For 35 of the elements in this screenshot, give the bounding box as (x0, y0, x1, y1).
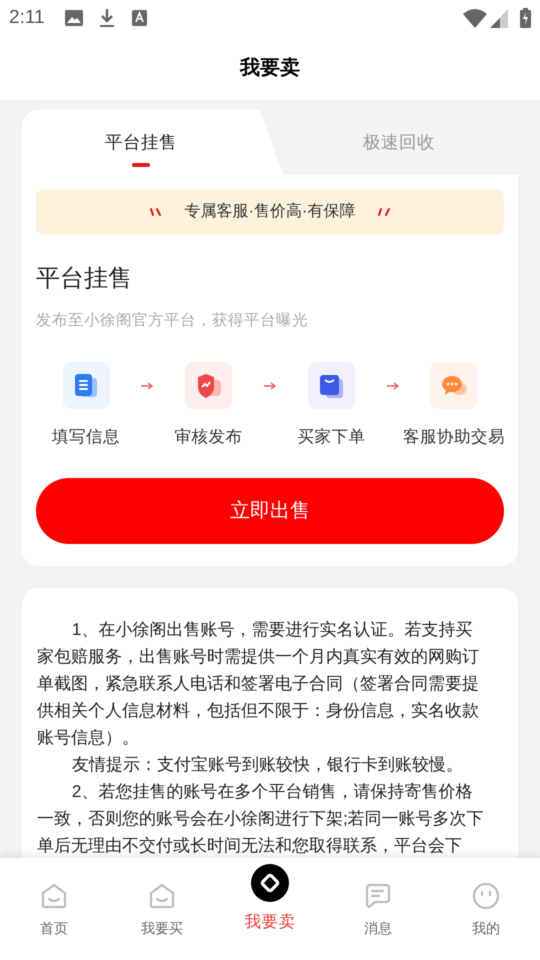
accent-marks-icon (377, 207, 392, 217)
step-label: 填写信息 (52, 427, 120, 448)
section-title: 平台挂售 (36, 264, 133, 294)
wifi-icon (463, 8, 487, 28)
step-label: 买家下单 (297, 427, 366, 448)
signal-icon (490, 8, 508, 28)
nav-tab[interactable]: 我要卖 (216, 858, 324, 960)
nav-tab[interactable]: 首页 (0, 858, 108, 960)
arrow-icon (264, 382, 276, 390)
arrow-icon (141, 382, 154, 390)
house-icon (40, 882, 68, 910)
nav-tab[interactable]: 我的 (432, 858, 540, 960)
status-time: 2:11 (9, 6, 45, 30)
banner-text: 专属客服·售价高·有保障 (184, 202, 356, 222)
arrow-icon (386, 382, 399, 390)
accent-marks-icon (148, 207, 163, 217)
section-subtitle: 发布至小徐阁官方平台，获得平台曝光 (36, 311, 309, 331)
notice-paragraph: 1、在小徐阁出售账号，需要进行实名认证。若支持买家包赔服务，出售账号时需提供一个月内真实有效的网购订单截图，紧急联系人电话和签署电子合同（签署合同需要提供相关个人信息材料，包括但不限于：身份信息，实名收款账号信息）。 (37, 619, 480, 749)
house-icon (148, 882, 176, 910)
download-icon (98, 8, 115, 28)
image-icon (64, 10, 83, 26)
document-icon (72, 372, 100, 400)
step-label: 客服协助交易 (402, 427, 505, 448)
sell-now-button[interactable]: 立即出售 (36, 478, 504, 544)
battery-icon (520, 8, 531, 28)
nav-tab[interactable]: 我要买 (108, 858, 216, 960)
tab-indicator (132, 163, 150, 167)
font-icon (132, 10, 147, 26)
message-icon (364, 882, 392, 910)
page-title: 我要卖 (240, 56, 300, 81)
step-label: 审核发布 (174, 427, 243, 448)
notice-paragraph: 2、若您挂售的账号在多个平台销售，请保持寄售价格一致，否则您的账号会在小徐阁进行下架;若同一账号多次下单后无理由不交付或长时间无法和您取得联系，平台会下 (37, 781, 485, 857)
notice-paragraph: 友情提示：支付宝账号到账较快，银行卡到账较慢。 (70, 754, 464, 776)
nav-tab[interactable]: 消息 (324, 858, 432, 960)
face-icon (472, 882, 500, 910)
